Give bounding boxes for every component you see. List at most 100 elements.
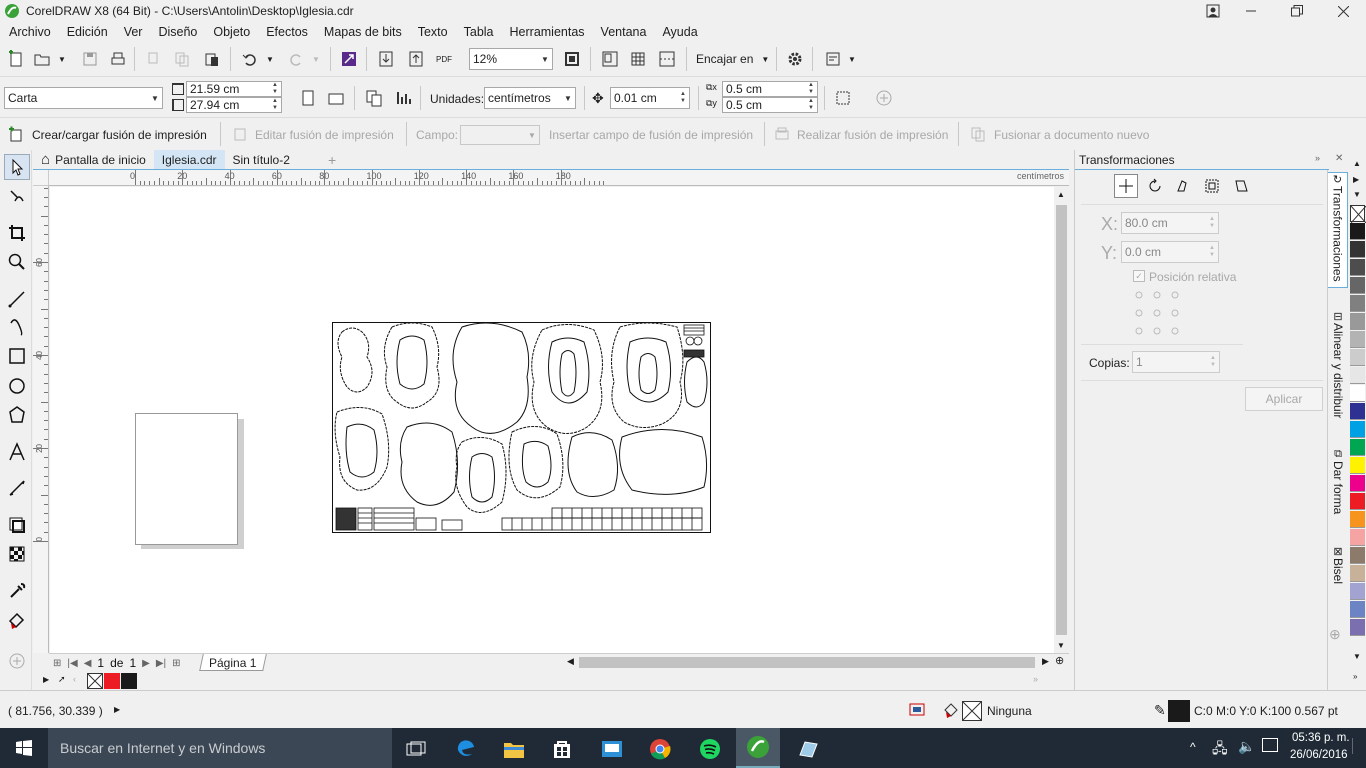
keyboard-icon[interactable] [1262,738,1278,752]
document-tab-1[interactable]: Iglesia.cdr [153,150,225,169]
page-width-spinner[interactable]: ▲ ▼ [269,82,281,96]
quick-customize-icon[interactable] [872,86,896,110]
palette-swatch[interactable] [1350,241,1365,258]
duplicate-y-field[interactable]: 0.5 cm ▲ ▼ [722,97,818,113]
fill-none-swatch[interactable] [962,701,982,721]
apply-button[interactable]: Aplicar [1245,387,1323,411]
palette-swatch[interactable] [1350,619,1365,636]
palette-swatch[interactable] [1350,385,1365,402]
docker-expand-icon[interactable]: » [1315,153,1320,163]
palette-options-icon[interactable]: ▶ [1353,175,1359,184]
volume-icon[interactable]: 🔈 [1238,738,1255,755]
field-dropdown-icon[interactable]: ▼ [525,126,539,144]
add-page-after-icon[interactable]: ⊞ [172,658,180,669]
horizontal-scroll-thumb[interactable] [579,657,1035,668]
export-icon[interactable] [404,47,428,71]
minimize-button[interactable] [1228,0,1274,22]
palette-scroll-down-icon[interactable]: ▼ [1353,652,1361,661]
document-tab-2[interactable]: Sin título-2 [225,150,298,169]
vertical-ruler[interactable]: 0204060 [33,186,49,653]
units-select[interactable]: centímetros ▼ [484,87,576,109]
page-height-spinner[interactable]: ▲ ▼ [269,98,281,112]
dock-tab-bevel[interactable]: ⊠ Bisel [1328,545,1348,584]
palette-swatch[interactable] [1350,295,1365,312]
dock-tab-align[interactable]: ⊟ Alinear y distribuir [1328,310,1348,418]
add-tool-icon[interactable] [4,648,30,674]
copies-spinner[interactable]: ▲ ▼ [1207,352,1219,372]
relative-position-checkbox[interactable]: ✓ [1133,270,1145,282]
app-icon-extra[interactable] [790,734,826,764]
anchor-grid[interactable] [1133,289,1183,337]
menu-texto[interactable]: Texto [410,22,456,42]
x-position-field[interactable]: 80.0 cm ▲ ▼ [1121,212,1219,234]
show-grid-icon[interactable] [626,47,650,71]
x-position-spinner[interactable]: ▲ ▼ [1206,213,1218,233]
palette-swatch[interactable] [1350,277,1365,294]
nudge-distance-field[interactable]: 0.01 cm ▲ ▼ [610,87,690,109]
menu-edición[interactable]: Edición [59,22,116,42]
add-page-before-icon[interactable]: ⊞ [53,658,61,669]
new-document-icon[interactable] [4,47,28,71]
palette-eyedropper-icon[interactable]: ➚ [58,674,66,685]
palette-more-icon[interactable]: » [1353,672,1357,681]
palette-no-color-swatch-right[interactable] [1350,205,1366,224]
palette-swatch[interactable] [1350,223,1365,240]
y-position-field[interactable]: 0.0 cm ▲ ▼ [1121,241,1219,263]
docker-close-icon[interactable]: ✕ [1335,153,1343,164]
menu-objeto[interactable]: Objeto [205,22,258,42]
pick-tool-icon[interactable] [4,154,30,180]
next-page-icon[interactable]: ▶ [142,658,150,669]
search-content-icon[interactable] [337,47,361,71]
page-height-field[interactable]: 27.94 cm ▲ ▼ [186,97,282,113]
account-icon[interactable] [1198,0,1228,22]
palette-scroll-up-icon[interactable]: ▲ [1353,159,1361,168]
zoom-tool-icon[interactable] [4,249,30,275]
dock-tab-transformations[interactable]: ↻ Transformaciones [1328,172,1348,288]
palette-black-swatch[interactable] [121,673,137,689]
cut-icon[interactable] [142,47,166,71]
palette-red-swatch[interactable] [104,673,120,689]
palette-swatch[interactable] [1350,349,1365,366]
coreldraw-app-icon[interactable] [4,3,20,19]
page-size-select[interactable]: Carta ▼ [4,87,163,109]
create-merge-icon[interactable] [4,122,28,146]
shape-tool-icon[interactable] [4,184,30,210]
ellipse-tool-icon[interactable] [4,373,30,399]
palette-scroll-left-icon[interactable]: ‹ [73,674,76,684]
palette-swatch[interactable] [1350,259,1365,276]
portrait-icon[interactable] [296,86,320,110]
menu-diseño[interactable]: Diseño [150,22,205,42]
palette-swatch[interactable] [1350,313,1365,330]
zoom-navigator-icon[interactable]: ⊕ [1055,654,1064,667]
menu-ayuda[interactable]: Ayuda [654,22,705,42]
network-icon[interactable]: 🖧 [1212,738,1228,762]
freehand-tool-icon[interactable] [4,286,30,312]
scroll-right-icon[interactable]: ▶ [1042,656,1049,667]
undo-icon[interactable] [238,47,262,71]
church-cut-pattern-drawing[interactable] [332,322,712,534]
application-launcher-icon[interactable] [821,47,845,71]
first-page-icon[interactable]: |◀ [67,658,77,669]
dock-tab-shape[interactable]: ⧉ Dar forma [1328,448,1348,514]
add-docker-icon[interactable]: ⊕ [1329,626,1341,643]
palette-swatch[interactable] [1350,457,1365,474]
eyedropper-tool-icon[interactable] [4,578,30,604]
scroll-left-icon[interactable]: ◀ [567,656,574,667]
insert-merge-field-button[interactable]: Insertar campo de fusión de impresión [549,128,753,142]
merge-new-doc-icon[interactable] [966,122,990,146]
copy-icon[interactable] [170,47,194,71]
save-icon[interactable] [78,47,102,71]
palette-scroll-right-icon[interactable]: » [1033,674,1038,684]
ruler-corner[interactable] [33,170,49,186]
horizontal-ruler[interactable]: centímetros 020406080100120140160180 [49,170,1069,186]
crop-tool-icon[interactable] [4,220,30,246]
publish-pdf-icon[interactable]: PDF [432,47,456,71]
artistic-media-icon[interactable] [4,314,30,340]
show-guidelines-icon[interactable] [655,47,679,71]
chrome-icon[interactable] [642,734,678,764]
undo-dropdown-icon[interactable]: ▼ [266,55,274,64]
palette-swatch[interactable] [1350,529,1365,546]
palette-swatch[interactable] [1350,601,1365,618]
edit-merge-button[interactable]: Editar fusión de impresión [255,128,394,142]
last-page-icon[interactable]: ▶| [156,658,166,669]
